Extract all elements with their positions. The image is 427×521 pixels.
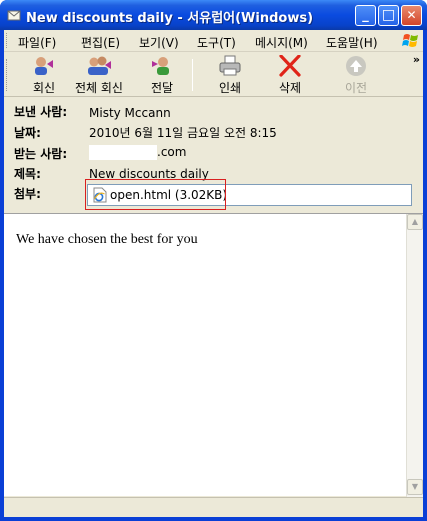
scroll-down-arrow-icon[interactable]: ▼ [407,479,423,495]
reply-button[interactable]: 회신 [26,55,62,95]
date-label: 날짜: [14,126,41,140]
reply-icon [35,57,53,75]
menu-grip[interactable] [6,33,9,48]
attachment-highlight-box [85,179,226,210]
toolbar-overflow-chevron[interactable]: » [413,53,420,66]
minimize-button[interactable]: _ [355,5,376,26]
delete-x-icon [279,55,301,77]
menu-view[interactable]: 보기(V) [139,34,179,51]
delete-button[interactable]: 삭제 [272,55,308,95]
windows-logo-icon [402,34,418,47]
from-value: Misty Mccann [89,106,171,120]
date-value: 2010년 6월 11일 금요일 오전 8:15 [89,126,277,140]
menu-edit[interactable]: 편집(E) [81,34,120,51]
message-body-text: We have chosen the best for you [16,232,198,247]
menu-bar: 파일(F) 편집(E) 보기(V) 도구(T) 메시지(M) 도움말(H) [4,30,423,52]
reply-all-icon [88,56,111,75]
to-domain-suffix: .com [157,145,187,159]
maximize-button[interactable]: □ [378,5,399,26]
toolbar-separator [192,59,193,91]
mail-window: New discounts daily - 서유럽어(Windows) _ □ … [0,0,427,521]
previous-label: 이전 [344,81,368,95]
toolbar: 회신 전체 회신 전달 인쇄 삭제 이전 » [4,53,423,97]
reply-label: 회신 [32,81,56,95]
menu-file[interactable]: 파일(F) [18,34,56,51]
forward-icon [152,57,169,75]
print-label: 인쇄 [218,81,242,95]
up-arrow-circle-icon [346,56,366,76]
window-client: 파일(F) 편집(E) 보기(V) 도구(T) 메시지(M) 도움말(H) 회신… [4,30,423,517]
from-label: 보낸 사람: [14,105,68,119]
attachment-label: 첨부: [14,187,41,201]
menu-message[interactable]: 메시지(M) [255,34,308,51]
menu-help[interactable]: 도움말(H) [326,34,378,51]
forward-button[interactable]: 전달 [144,55,180,95]
printer-icon [219,55,241,76]
subject-label: 제목: [14,167,41,181]
to-value: .com [89,145,186,160]
envelope-icon [7,10,21,21]
window-title: New discounts daily - 서유럽어(Windows) [26,11,314,26]
vertical-scrollbar[interactable]: ▲ ▼ [406,214,423,497]
message-body-pane[interactable]: We have chosen the best for you ▲ ▼ [4,213,423,497]
print-button[interactable]: 인쇄 [212,55,248,95]
redacted-recipient [89,145,157,160]
reply-all-button[interactable]: 전체 회신 [66,55,132,95]
status-bar [4,497,423,517]
to-label: 받는 사람: [14,147,68,161]
reply-all-label: 전체 회신 [75,81,123,95]
forward-label: 전달 [150,81,174,95]
menu-tools[interactable]: 도구(T) [197,34,236,51]
scroll-up-arrow-icon[interactable]: ▲ [407,214,423,230]
toolbar-grip[interactable] [6,59,9,91]
close-button[interactable]: ✕ [401,5,422,26]
delete-label: 삭제 [278,81,302,95]
previous-button[interactable]: 이전 [338,55,374,95]
title-bar[interactable]: New discounts daily - 서유럽어(Windows) _ □ … [0,0,427,30]
